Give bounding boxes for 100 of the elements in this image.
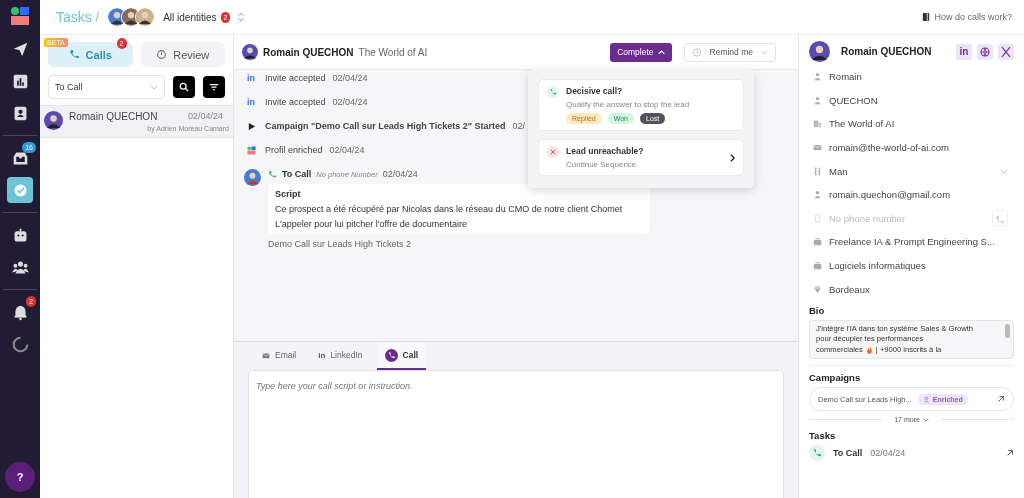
flame-icon: [865, 346, 873, 355]
search-icon: [179, 82, 189, 92]
phone-icon: [547, 86, 559, 98]
filter-button[interactable]: [203, 76, 225, 98]
task-type: To Call: [833, 448, 863, 459]
search-button[interactable]: [173, 76, 195, 98]
tab[interactable]: Review: [140, 42, 225, 67]
person-icon: [813, 72, 822, 82]
tab[interactable]: in LinkedIn: [310, 342, 371, 370]
option-title: Lead unreachable?: [566, 146, 645, 156]
phone-icon: [809, 445, 825, 462]
event-date: 02/04/24: [332, 97, 368, 107]
briefcase-icon: [813, 261, 822, 271]
profile-field: QUECHON: [829, 94, 878, 106]
event-text: Campaign "Demo Call sur Leads High Tickets 2" Started: [265, 121, 506, 131]
section-title: Campaigns: [809, 372, 862, 384]
paper-plane-icon: [11, 40, 29, 58]
profile-field: romain.quechon@gmail.com: [829, 189, 951, 201]
section-title: Tasks: [809, 430, 837, 442]
help-button[interactable]: ?: [5, 462, 35, 492]
complete-button[interactable]: Complete: [610, 42, 672, 62]
phone-icon: [995, 215, 1005, 226]
gender-icon: [813, 166, 822, 176]
script-title: Script: [275, 189, 302, 199]
profile-field: The World of AI: [829, 118, 895, 130]
task-type: To Call: [282, 169, 312, 179]
event-date: 02/04/24: [332, 73, 368, 83]
section-title: Bio: [809, 304, 826, 316]
option-subtitle: Qualify the answer to stop the lead: [566, 100, 691, 109]
tab[interactable]: Email: [254, 342, 305, 370]
script-text: Ce prospect a été récupéré par Nicolas dans le réseau du CMO de notre client Chomet: [275, 204, 624, 214]
linkedin-icon: in: [247, 97, 255, 107]
clock-icon: [156, 49, 168, 60]
profile-field: Romain: [829, 71, 862, 83]
loading-spinner-icon: [11, 335, 29, 353]
profile-field: Freelance IA & Prompt Engineering S...: [829, 236, 995, 248]
profile-field: Logiciels informatiques: [829, 260, 926, 272]
arrow-up-right-icon[interactable]: [1006, 449, 1014, 458]
filter-icon: [209, 82, 219, 92]
missed-call-icon: [547, 146, 559, 158]
bar-chart-icon: [11, 72, 29, 90]
arrow-up-right-icon[interactable]: [997, 395, 1005, 404]
avatar: [244, 169, 261, 186]
tab[interactable]: Call: [376, 342, 427, 370]
phone-icon: [268, 169, 277, 179]
breadcrumb-separator: /: [95, 10, 100, 24]
script-text: L'appeler pour lui pitcher l'offre de documentaire: [275, 219, 468, 229]
chevron-down-icon: [150, 84, 158, 90]
envelope-icon: [813, 143, 822, 153]
lead-name: Romain QUECHON: [841, 46, 932, 57]
envelope-icon: [262, 351, 270, 359]
task-date: 02/04/24: [187, 111, 223, 122]
identities-selector[interactable]: All identities: [163, 11, 217, 23]
play-icon: [246, 121, 256, 131]
scrollbar[interactable]: [1005, 323, 1010, 338]
avatar: [242, 44, 258, 60]
building-icon: [813, 119, 822, 129]
event-text: Profil enriched: [265, 145, 323, 155]
event-date: 02/: [512, 121, 525, 131]
alarm-clock-icon: [691, 47, 702, 57]
event-text: Invite accepted: [265, 73, 326, 83]
avatar: [44, 111, 63, 130]
chevron-down-icon: [761, 49, 768, 55]
globe-icon[interactable]: [977, 43, 993, 60]
company-name: The World of AI: [358, 46, 428, 58]
event-text: Invite accepted: [265, 97, 326, 107]
linkedin-button[interactable]: in: [956, 43, 972, 60]
status-dropdown[interactable]: To Call: [48, 75, 165, 99]
lead-name: Romain QUECHON: [69, 111, 158, 122]
help-link[interactable]: How do calls work?: [934, 12, 1012, 22]
chevron-up-icon: [657, 49, 665, 55]
task-date: 02/04/24: [870, 448, 906, 459]
campaign-name: Demo Call sur Leads High Tickets 2: [268, 239, 413, 249]
phone-icon: [68, 49, 80, 60]
option-title: Decisive call?: [566, 86, 624, 96]
x-logo-icon[interactable]: [998, 43, 1014, 60]
avatar: [809, 41, 830, 62]
person-icon: [922, 395, 930, 403]
linkedin-icon: in: [247, 73, 255, 83]
app-logo: [246, 145, 256, 155]
person-icon: [813, 190, 822, 200]
book-icon: [922, 12, 931, 22]
app-logo[interactable]: [10, 6, 30, 26]
linkedin-icon: in: [318, 350, 326, 360]
script-input[interactable]: Type here your call script or instruction.: [248, 370, 784, 498]
location-pin-icon: [813, 284, 822, 294]
chevron-right-icon: [730, 153, 735, 162]
up-down-chevron-icon[interactable]: [238, 12, 245, 22]
page-title: Tasks: [56, 9, 92, 25]
chevron-down-icon: [922, 417, 929, 422]
mobile-phone-icon: [813, 213, 822, 223]
phone-icon: [384, 348, 398, 362]
profile-field: romain@the-world-of-ai.com: [829, 142, 949, 154]
menu-option[interactable]: Lead unreachable? Continue Sequence: [538, 139, 744, 176]
event-date: 02/04/24: [382, 169, 418, 179]
remind-me-button[interactable]: Remind me: [683, 42, 776, 62]
profile-field: Bordeaux: [829, 283, 870, 295]
avatar: [135, 7, 156, 27]
person-icon: [813, 95, 822, 105]
event-date: 02/04/24: [329, 145, 365, 155]
